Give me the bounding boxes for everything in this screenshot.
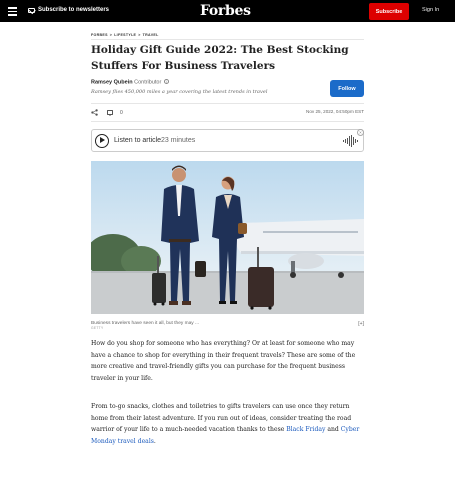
author-name[interactable]: Ramsey Qubein bbox=[91, 79, 133, 85]
image-caption: Business travelers have seen it all, but… bbox=[91, 321, 199, 326]
sign-in-link[interactable]: Sign In bbox=[422, 7, 439, 13]
mail-icon[interactable] bbox=[28, 8, 35, 13]
divider bbox=[91, 39, 364, 40]
breadcrumb-item-lifestyle[interactable]: LIFESTYLE bbox=[114, 33, 136, 37]
author-line: Ramsey Qubein Contributor i bbox=[91, 79, 169, 85]
info-icon[interactable]: i bbox=[163, 79, 169, 84]
comment-icon[interactable] bbox=[107, 110, 113, 116]
breadcrumb-separator: > bbox=[138, 33, 141, 37]
publish-timestamp: Nov 25, 2022, 04:50pm EST bbox=[306, 109, 364, 114]
menu-icon[interactable] bbox=[8, 7, 17, 16]
listen-to-article-player: Listen to article 23 minutes × bbox=[91, 129, 364, 152]
waveform-icon bbox=[343, 135, 358, 147]
breadcrumb-item-travel[interactable]: TRAVEL bbox=[143, 33, 159, 37]
author-bio: Ramsey flies 450,000 miles a year coveri… bbox=[91, 89, 268, 95]
author-role: Contributor bbox=[134, 79, 162, 86]
article-paragraph: How do you shop for someone who has ever… bbox=[91, 340, 356, 383]
play-icon[interactable] bbox=[95, 133, 109, 148]
share-icon[interactable] bbox=[91, 109, 98, 116]
image-credit: GETTY bbox=[91, 326, 104, 330]
hero-image bbox=[91, 161, 364, 314]
newsletter-link[interactable]: Subscribe to newsletters bbox=[38, 7, 109, 13]
top-nav-bar: Subscribe to newsletters Forbes Subscrib… bbox=[0, 0, 455, 22]
subscribe-button[interactable]: Subscribe bbox=[369, 3, 409, 20]
listen-duration: 23 minutes bbox=[161, 136, 196, 144]
article-paragraph: From to-go snacks, clothes and toiletrie… bbox=[91, 401, 364, 448]
article-title: Holiday Gift Guide 2022: The Best Stocki… bbox=[91, 44, 349, 72]
forbes-logo[interactable]: Forbes bbox=[200, 3, 251, 19]
divider bbox=[91, 121, 364, 122]
expand-icon[interactable]: [+] bbox=[358, 321, 364, 327]
listen-label: Listen to article bbox=[114, 136, 162, 144]
paragraph-text: . bbox=[153, 438, 156, 446]
breadcrumb: FORBES > LIFESTYLE > TRAVEL bbox=[91, 33, 159, 37]
comment-count: 0 bbox=[120, 110, 123, 116]
follow-button[interactable]: Follow bbox=[330, 80, 364, 97]
breadcrumb-item-forbes[interactable]: FORBES bbox=[91, 33, 108, 37]
breadcrumb-separator: > bbox=[109, 33, 113, 37]
close-icon[interactable]: × bbox=[357, 129, 364, 136]
black-friday-link[interactable]: Black Friday bbox=[286, 426, 325, 433]
divider bbox=[91, 103, 364, 104]
paragraph-text: and bbox=[325, 426, 341, 434]
